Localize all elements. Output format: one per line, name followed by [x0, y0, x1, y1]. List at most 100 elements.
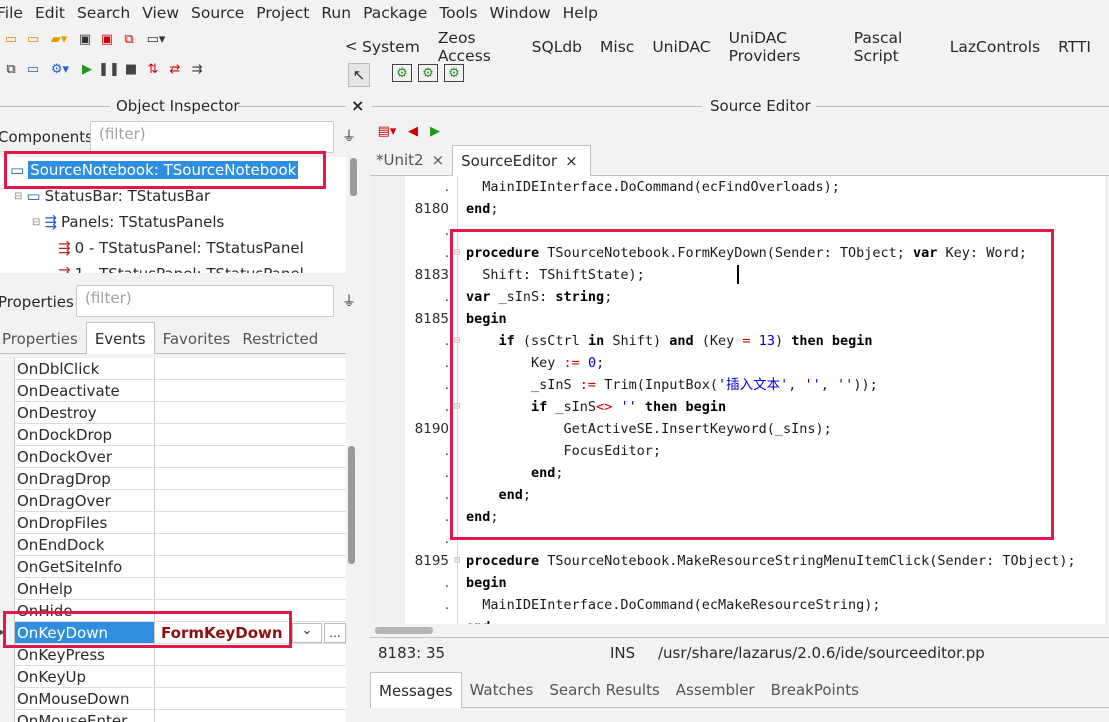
step-out-icon[interactable]: ⇉ — [188, 60, 206, 78]
event-value[interactable] — [155, 380, 346, 401]
palette-tab-zeos-access[interactable]: Zeos Access — [438, 29, 514, 65]
palette-tab-rtti[interactable]: RTTI — [1058, 38, 1091, 56]
tab-events[interactable]: Events — [85, 322, 155, 354]
close-tab-icon[interactable]: × — [565, 146, 578, 176]
tree-item-panel-0[interactable]: ⇶ 0 - TStatusPanel: TStatusPanel — [0, 235, 346, 261]
bottom-tab-messages[interactable]: Messages — [370, 671, 462, 708]
event-value[interactable] — [155, 402, 346, 423]
palette-tab-pascal-script[interactable]: Pascal Script — [854, 29, 932, 65]
event-value[interactable] — [155, 710, 346, 722]
jump-forward-icon[interactable]: ▶ — [426, 122, 444, 140]
menu-window[interactable]: Window — [490, 4, 551, 22]
tab-unit2[interactable]: *Unit2 × — [370, 151, 452, 175]
palette-tab-system[interactable]: System — [362, 38, 420, 56]
event-row[interactable]: OnMouseEnter — [15, 710, 346, 722]
event-name: OnHelp — [15, 578, 155, 599]
palette-tab-misc[interactable]: Misc — [600, 38, 634, 56]
bottom-tab-watches[interactable]: Watches — [462, 681, 542, 699]
component-icon-1[interactable]: ⚙ — [392, 64, 412, 82]
event-row[interactable]: OnGetSiteInfo — [15, 556, 346, 578]
event-value[interactable] — [155, 512, 346, 533]
menu-run[interactable]: Run — [321, 4, 351, 22]
components-filter-input[interactable]: (filter) — [90, 121, 334, 153]
palette-scroll-left[interactable]: < — [345, 37, 358, 55]
event-row[interactable]: OnEndDock — [15, 534, 346, 556]
clear-properties-filter-icon[interactable]: ⏚ — [342, 291, 356, 311]
tab-sourceeditor[interactable]: SourceEditor × — [452, 145, 591, 176]
close-tab-icon[interactable]: × — [432, 151, 445, 169]
event-value[interactable] — [155, 578, 346, 599]
menu-file[interactable]: File — [0, 4, 23, 22]
event-value[interactable] — [155, 556, 346, 577]
tree-item-panel-1[interactable]: ⇶ 1 - TStatusPanel: TStatusPanel — [0, 261, 346, 273]
editor-menu-icon[interactable]: ▤▾ — [374, 122, 400, 140]
editor-hscrollbar[interactable] — [375, 627, 433, 634]
clear-filter-icon[interactable]: ⏚ — [342, 126, 356, 146]
event-row[interactable]: OnDropFiles — [15, 512, 346, 534]
menu-project[interactable]: Project — [256, 4, 309, 22]
palette-tab-lazcontrols[interactable]: LazControls — [950, 38, 1040, 56]
view-forms-icon[interactable]: ⧉ — [2, 60, 20, 78]
bottom-tab-breakpoints[interactable]: BreakPoints — [763, 681, 867, 699]
menu-view[interactable]: View — [142, 4, 179, 22]
event-value[interactable] — [155, 490, 346, 511]
step-over-icon[interactable]: ⇄ — [166, 60, 184, 78]
properties-filter-input[interactable]: (filter) — [76, 285, 334, 317]
event-value[interactable] — [155, 688, 346, 709]
menu-source[interactable]: Source — [191, 4, 244, 22]
event-row[interactable]: OnDragOver — [15, 490, 346, 512]
event-value[interactable] — [155, 534, 346, 555]
event-value[interactable] — [155, 666, 346, 687]
stop-icon[interactable]: ■ — [122, 60, 140, 78]
open-folder-icon[interactable]: ▰▾ — [46, 30, 72, 48]
event-value[interactable] — [155, 446, 346, 467]
save-all-icon[interactable]: ▣ — [98, 30, 116, 48]
tab-favorites[interactable]: Favorites — [155, 330, 239, 353]
event-row[interactable]: OnDeactivate — [15, 380, 346, 402]
toggle-form-icon[interactable]: ⧉ — [120, 30, 138, 48]
new-form-icon[interactable]: ▭ — [24, 30, 42, 48]
close-inspector-icon[interactable]: × — [351, 96, 364, 115]
menu-search[interactable]: Search — [77, 4, 130, 22]
inspector-tabs: Properties Events Favorites Restricted — [0, 322, 346, 354]
jump-back-icon[interactable]: ◀ — [404, 122, 422, 140]
palette-tab-sqldb[interactable]: SQLdb — [532, 38, 582, 56]
pause-icon[interactable]: ❚❚ — [98, 60, 120, 78]
menu-package[interactable]: Package — [363, 4, 427, 22]
event-row[interactable]: OnDragDrop — [15, 468, 346, 490]
component-icon-2[interactable]: ⚙ — [418, 64, 438, 82]
toggle-view-icon[interactable]: ▭ — [24, 60, 42, 78]
menu-help[interactable]: Help — [563, 4, 598, 22]
event-row[interactable]: OnDestroy — [15, 402, 346, 424]
dropdown-icon[interactable]: ⌄ — [292, 622, 322, 643]
save-icon[interactable]: ▣ — [76, 30, 94, 48]
build-mode-icon[interactable]: ⚙▾ — [46, 60, 74, 78]
event-row[interactable]: OnDblClick — [15, 358, 346, 380]
event-row[interactable]: OnHelp — [15, 578, 346, 600]
tab-properties[interactable]: Properties — [0, 330, 86, 353]
run-icon[interactable]: ▶ — [78, 60, 96, 78]
event-value[interactable] — [155, 358, 346, 379]
view-units-icon[interactable]: ▭▾ — [142, 30, 170, 48]
menu-edit[interactable]: Edit — [35, 4, 65, 22]
event-row[interactable]: OnDockOver — [15, 446, 346, 468]
palette-tab-unidac-providers[interactable]: UniDAC Providers — [729, 29, 836, 65]
event-value[interactable] — [155, 468, 346, 489]
tree-item-panels[interactable]: ⊟ ⇶ Panels: TStatusPanels — [0, 209, 346, 235]
event-row[interactable]: OnKeyUp — [15, 666, 346, 688]
event-row[interactable]: OnDockDrop — [15, 424, 346, 446]
tab-restricted[interactable]: Restricted — [238, 330, 326, 353]
events-scrollbar[interactable] — [348, 446, 355, 564]
ellipsis-button[interactable]: ... — [324, 622, 346, 643]
selection-tool-icon[interactable]: ↖ — [348, 63, 370, 87]
step-into-icon[interactable]: ⇅ — [144, 60, 162, 78]
bottom-tab-search-results[interactable]: Search Results — [541, 681, 667, 699]
event-row[interactable]: OnMouseDown — [15, 688, 346, 710]
menu-tools[interactable]: Tools — [439, 4, 477, 22]
component-icon-3[interactable]: ⚙ — [444, 64, 464, 82]
bottom-tab-assembler[interactable]: Assembler — [668, 681, 763, 699]
palette-tab-unidac[interactable]: UniDAC — [652, 38, 710, 56]
new-unit-icon[interactable]: ▭ — [2, 30, 20, 48]
tree-scrollbar[interactable] — [350, 158, 357, 196]
event-value[interactable] — [155, 424, 346, 445]
